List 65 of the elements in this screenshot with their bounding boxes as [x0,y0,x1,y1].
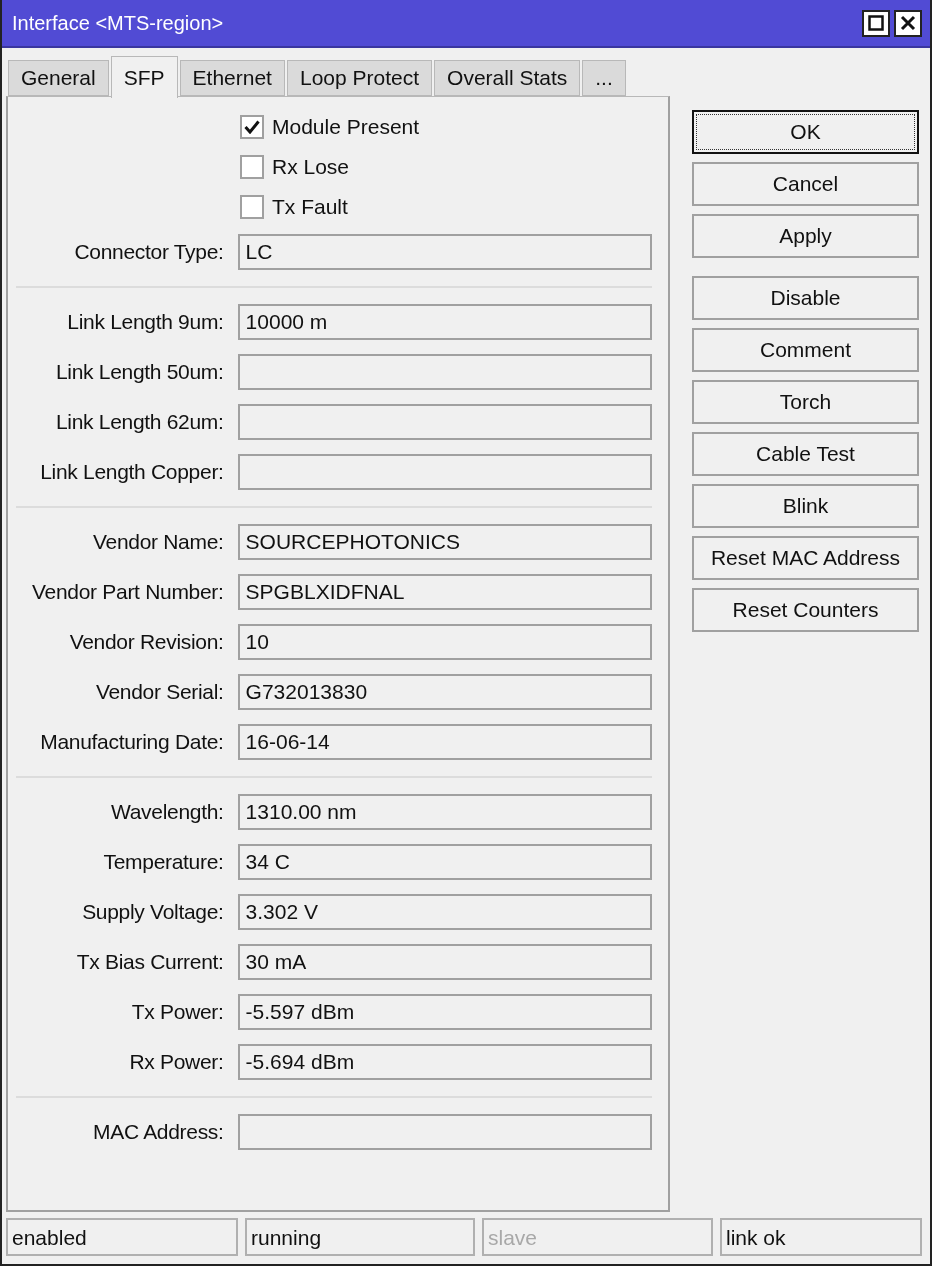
field-label: Tx Power: [130,1000,224,1024]
input-field[interactable]: SOURCEPHOTONICS [237,524,652,560]
field-label: Rx Power: [128,1050,224,1074]
dialog-button[interactable]: Cable Test [692,432,919,476]
dialog-button[interactable]: Apply [692,214,919,258]
checkbox[interactable] [240,115,264,139]
input-field[interactable]: 3.302 V [237,894,652,930]
checkbox-label: Tx Fault [272,195,348,219]
maximize-icon [868,15,884,31]
status-cell: link ok [720,1218,922,1256]
tab[interactable]: Ethernet [179,60,285,96]
field-label: Link Length 50um: [54,360,224,384]
field-label: Temperature: [102,850,224,874]
field-label: Supply Voltage: [81,900,224,924]
field-label: Vendor Serial: [94,680,224,704]
dialog-button[interactable]: Cancel [692,162,919,206]
field-label: Wavelength: [109,800,224,824]
dialog-button[interactable]: Blink [692,484,919,528]
dialog-button[interactable]: Reset Counters [692,588,919,632]
input-field[interactable]: SPGBLXIDFNAL [237,574,652,610]
field-label: Link Length 62um: [54,410,224,434]
input-field[interactable] [237,1114,652,1150]
field-label: Vendor Part Number: [31,580,224,604]
dialog-button[interactable]: Comment [692,328,919,372]
input-field[interactable]: LC [237,234,652,270]
field-label: Vendor Revision: [68,630,224,654]
dialog-button[interactable]: Reset MAC Address [692,536,919,580]
input-field[interactable]: 1310.00 nm [237,794,652,830]
input-field[interactable]: 16-06-14 [237,724,652,760]
maximize-button[interactable] [862,9,890,37]
field-label: Link Length 9um: [66,310,224,334]
tab[interactable]: Loop Protect [286,60,433,96]
field-label: MAC Address: [92,1120,224,1144]
close-button[interactable] [894,9,922,37]
checkbox[interactable] [240,155,264,179]
status-cell: enabled [6,1218,238,1256]
input-field[interactable] [237,354,652,390]
status-cell: running [245,1218,475,1256]
field-label: Vendor Name: [91,530,224,554]
checkbox-label: Rx Lose [272,155,350,179]
checkbox-label: Module Present [272,115,420,139]
field-label: Link Length Copper: [39,460,224,484]
input-field[interactable]: 30 mA [237,944,652,980]
input-field[interactable] [237,454,652,490]
tab[interactable]: Overall Stats [434,60,581,96]
input-field[interactable]: -5.694 dBm [237,1044,652,1080]
input-field[interactable]: 10000 m [237,304,652,340]
dialog-button[interactable]: Disable [692,276,919,320]
field-label: Tx Bias Current: [75,950,224,974]
input-field[interactable]: 34 C [237,844,652,880]
input-field[interactable]: -5.597 dBm [237,994,652,1030]
dialog-button[interactable]: OK [692,110,919,154]
tab[interactable]: ... [582,60,626,96]
window-title: Interface <MTS-region> [12,11,225,35]
tab[interactable]: General [8,60,109,96]
field-label: Manufacturing Date: [39,730,224,754]
close-icon [900,15,916,31]
tab[interactable]: SFP [110,56,178,98]
status-cell: slave [482,1218,713,1256]
checkbox[interactable] [240,195,264,219]
field-label: Connector Type: [73,240,224,264]
input-field[interactable]: 10 [237,624,652,660]
input-field[interactable] [237,404,652,440]
dialog-button[interactable]: Torch [692,380,919,424]
input-field[interactable]: G732013830 [237,674,652,710]
